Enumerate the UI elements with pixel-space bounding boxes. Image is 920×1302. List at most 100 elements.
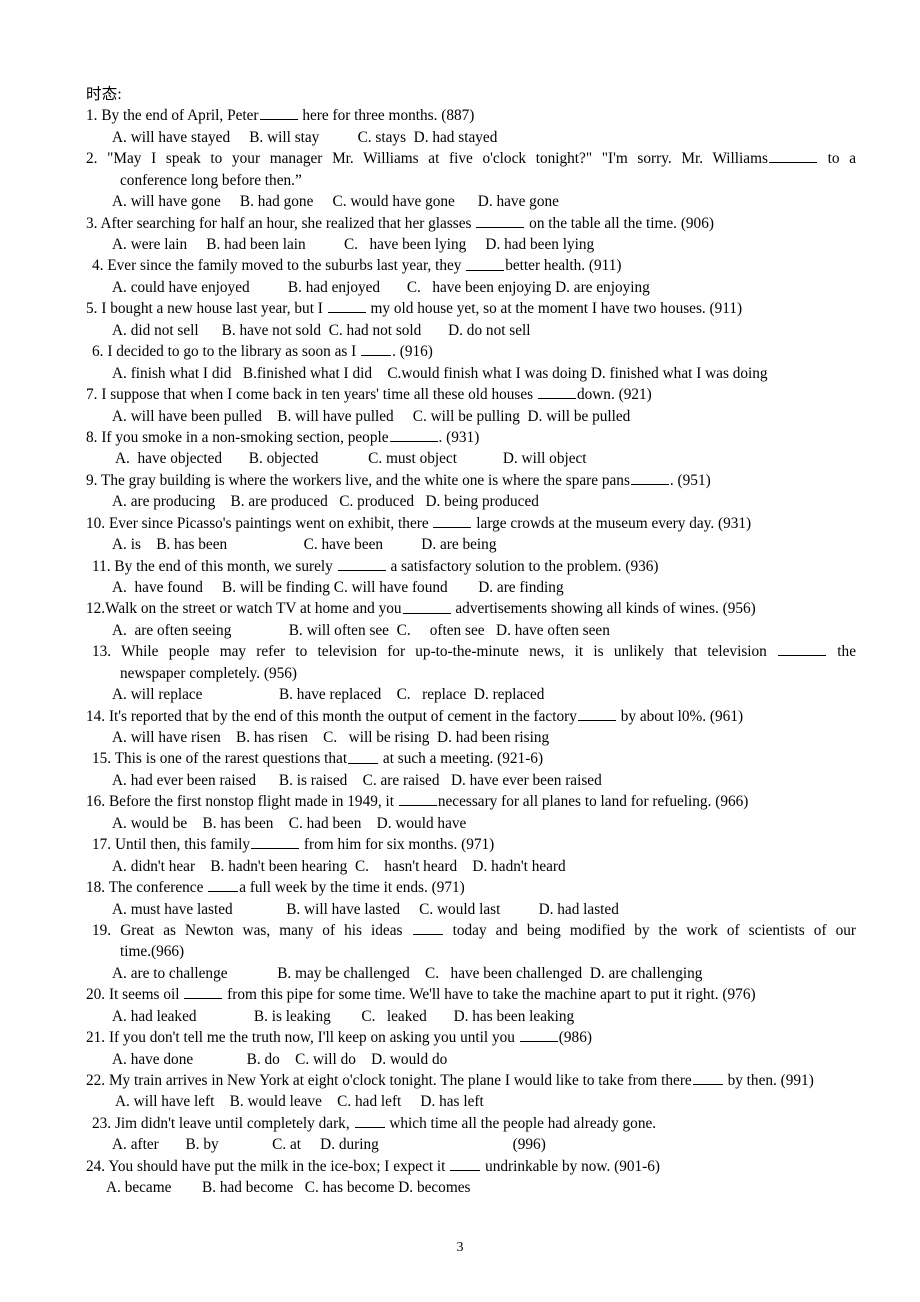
question-text-15-after: at such a meeting. (921-6): [382, 750, 544, 768]
question-stem-2: 2. "May I speak to your manager Mr. Will…: [86, 148, 856, 169]
question-text-21-before: If you don't tell me the truth now, I'll…: [108, 1029, 515, 1047]
question-text-6-after: . (916): [392, 343, 433, 361]
question-number-23: 23.: [92, 1114, 112, 1132]
question-text-6-before: I decided to go to the library as soon a…: [107, 343, 357, 361]
question-number-16: 16.: [86, 793, 106, 811]
question-options-6: A. finish what I did B.finished what I d…: [112, 364, 768, 382]
question-stem-13: 13. While people may refer to television…: [86, 641, 856, 662]
question-text-11-after: a satisfactory solution to the problem. …: [390, 557, 659, 575]
question-text-16-after: necessary for all planes to land for ref…: [437, 793, 749, 811]
question-stem-10: 10. Ever since Picasso's paintings went …: [86, 513, 856, 534]
question-text-8-before: If you smoke in a non-smoking section, p…: [101, 429, 389, 446]
question-options-17: A. didn't hear B. hadn't been hearing C.…: [112, 857, 566, 875]
question-options-1: A. will have stayed B. will stay C. stay…: [112, 128, 498, 146]
question-number-12: 12.: [86, 600, 106, 618]
answer-blank-9: [630, 470, 669, 485]
answer-blank-17: [251, 834, 300, 850]
question-number-15: 15.: [92, 750, 112, 768]
question-number-8: 8.: [86, 429, 98, 446]
answer-blank-3: [476, 213, 525, 228]
question-text-19-after: today and being modified by the work of …: [452, 922, 856, 940]
answer-blank-11: [337, 556, 386, 571]
answer-blank-13: [778, 641, 827, 657]
question-stem-3: 3. After searching for half an hour, she…: [86, 213, 856, 234]
question-text-22-before: My train arrives in New York at eight o'…: [108, 1072, 692, 1090]
question-text-4-after: better health. (911): [505, 257, 622, 275]
question-stem-17: 17. Until then, this family from him for…: [86, 834, 856, 855]
question-stem-14: 14. It's reported that by the end of thi…: [86, 706, 856, 727]
question-stem-19-cont: time.(966): [120, 943, 185, 961]
question-text-13-before: While people may refer to television for…: [121, 643, 767, 661]
answer-blank-8: [389, 427, 438, 442]
document-page: 时态: 1. By the end of April, Peter here f…: [0, 0, 920, 1302]
question-text-23-before: Jim didn't leave until completely dark,: [114, 1114, 350, 1132]
question-options-8: A. have objected B. objected C. must obj…: [112, 450, 587, 468]
question-number-9: 9.: [86, 471, 98, 489]
question-stem-8: 8. If you smoke in a non-smoking section…: [86, 427, 856, 448]
question-text-17-after: from him for six months. (971): [303, 836, 495, 854]
answer-blank-4: [466, 255, 505, 271]
question-text-12-before: Walk on the street or watch TV at home a…: [105, 600, 402, 618]
question-text-20-before: It seems oil: [108, 986, 180, 1004]
question-number-2: 2.: [86, 150, 98, 168]
question-text-20-after: from this pipe for some time. We'll have…: [227, 986, 756, 1004]
question-number-19: 19.: [92, 922, 112, 940]
question-options-11: A. have found B. will be finding C. will…: [112, 579, 564, 597]
answer-blank-19: [412, 920, 443, 936]
question-stem-5: 5. I bought a new house last year, but I…: [86, 298, 856, 319]
question-stem-15: 15. This is one of the rarest questions …: [86, 748, 856, 769]
question-text-13-after: the: [837, 643, 856, 661]
question-number-18: 18.: [86, 879, 106, 897]
answer-blank-16: [398, 791, 437, 807]
answer-blank-7: [537, 384, 576, 400]
question-options-10: A. is B. has been C. have been D. are be…: [112, 536, 497, 554]
answer-blank-6: [361, 341, 392, 357]
question-options-15: A. had ever been raised B. is raised C. …: [112, 771, 602, 789]
question-number-10: 10.: [86, 514, 106, 532]
question-text-24-before: You should have put the milk in the ice-…: [108, 1157, 446, 1175]
question-options-23: A. after B. by C. at D. during (996): [112, 1136, 546, 1154]
question-number-3: 3.: [86, 214, 98, 232]
answer-blank-14: [577, 706, 616, 721]
question-stem-13-cont: newspaper completely. (956): [120, 664, 297, 682]
question-text-14-before: It's reported that by the end of this mo…: [108, 707, 577, 725]
answer-blank-15: [348, 748, 379, 764]
question-stem-20: 20. It seems oil from this pipe for some…: [86, 984, 856, 1005]
question-text-22-after: by then. (991): [727, 1072, 814, 1090]
question-number-13: 13.: [92, 643, 112, 661]
question-text-5-before: I bought a new house last year, but I: [101, 300, 323, 318]
question-text-9-after: . (951): [669, 471, 711, 489]
question-options-3: A. were lain B. had been lain C. have be…: [112, 236, 595, 254]
question-options-4: A. could have enjoyed B. had enjoyed C. …: [112, 278, 650, 296]
question-stem-11: 11. By the end of this month, we surely …: [86, 556, 856, 577]
question-text-2-after: to a: [827, 150, 856, 168]
answer-blank-18: [208, 877, 239, 893]
question-stem-23: 23. Jim didn't leave until completely da…: [86, 1113, 856, 1134]
question-number-14: 14.: [86, 707, 106, 725]
question-text-10-after: large crowds at the museum every day. (9…: [476, 514, 752, 532]
question-text-7-before: I suppose that when I come back in ten y…: [101, 386, 534, 404]
question-text-4-before: Ever since the family moved to the subur…: [107, 257, 462, 275]
question-stem-19: 19. Great as Newton was, many of his ide…: [86, 920, 856, 941]
question-number-17: 17.: [92, 836, 112, 854]
question-options-9: A. are producing B. are produced C. prod…: [112, 493, 539, 511]
question-text-7-after: down. (921): [576, 386, 652, 404]
question-stem-16: 16. Before the first nonstop flight made…: [86, 791, 856, 812]
question-stem-1: 1. By the end of April, Peter here for t…: [86, 105, 856, 126]
question-text-9-before: The gray building is where the workers l…: [101, 471, 630, 489]
answer-blank-12: [402, 598, 451, 614]
question-options-7: A. will have been pulled B. will have pu…: [112, 407, 631, 425]
question-text-18-before: The conference: [108, 879, 204, 897]
question-number-24: 24.: [86, 1157, 106, 1175]
question-text-2-before: "May I speak to your manager Mr. William…: [107, 150, 768, 168]
question-stem-4: 4. Ever since the family moved to the su…: [86, 255, 856, 276]
question-text-5-after: my old house yet, so at the moment I hav…: [370, 300, 743, 318]
question-text-8-after: . (931): [438, 429, 480, 446]
question-stem-9: 9. The gray building is where the worker…: [86, 470, 856, 491]
question-stem-7: 7. I suppose that when I come back in te…: [86, 384, 856, 405]
answer-blank-5: [327, 298, 366, 314]
question-stem-22: 22. My train arrives in New York at eigh…: [86, 1070, 856, 1091]
question-options-16: A. would be B. has been C. had been D. w…: [112, 814, 467, 832]
question-options-18: A. must have lasted B. will have lasted …: [112, 900, 619, 918]
question-text-1-before: By the end of April, Peter: [101, 107, 259, 125]
